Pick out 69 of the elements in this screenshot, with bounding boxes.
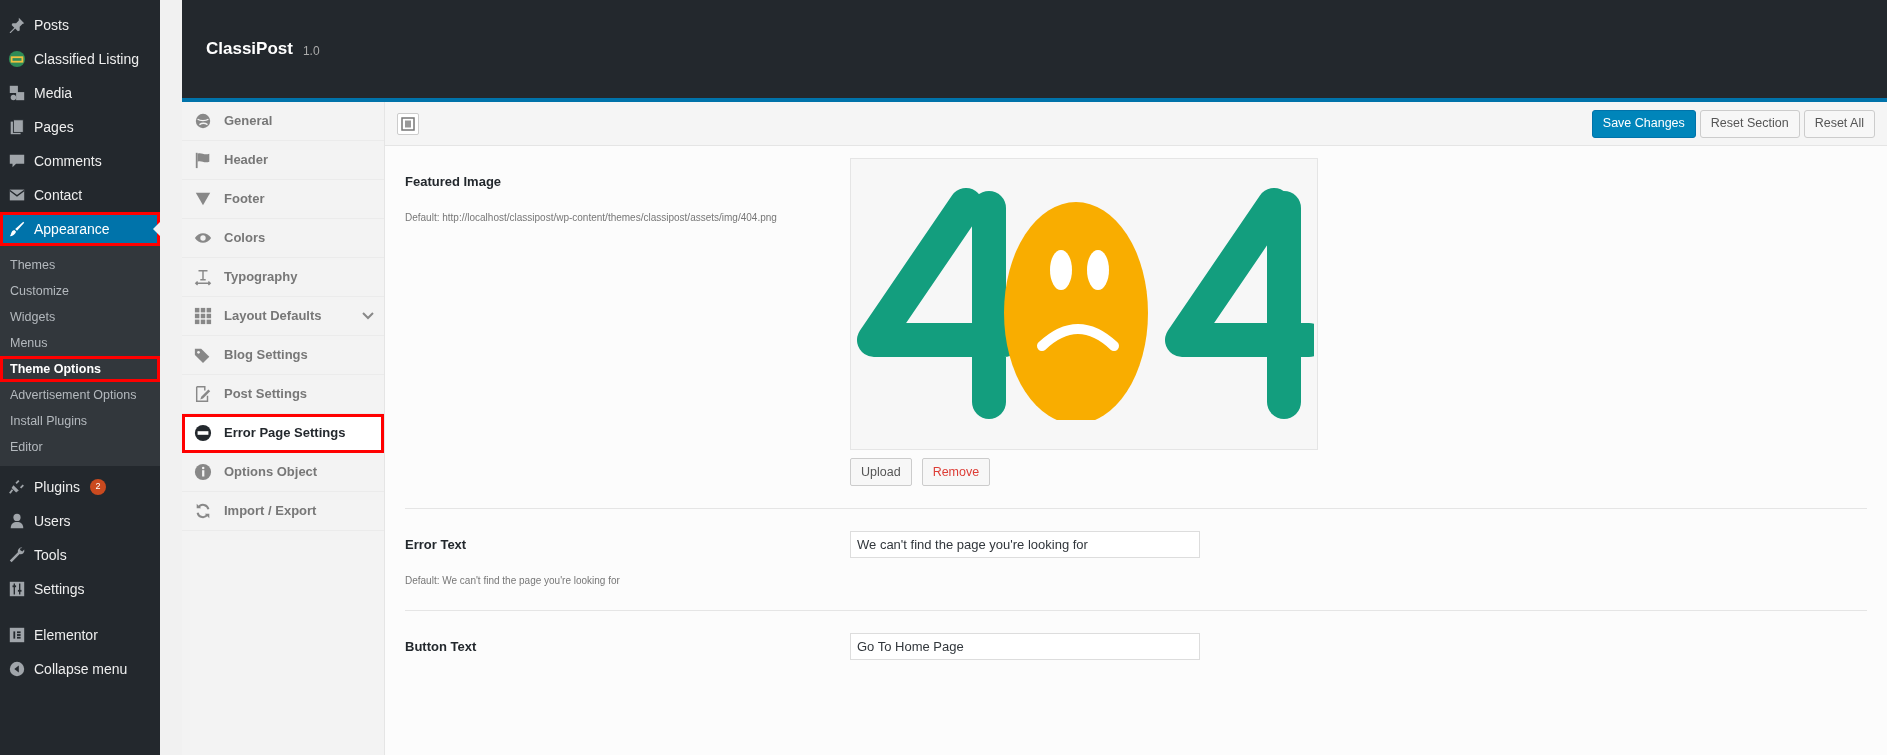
paintbrush-icon (8, 220, 26, 238)
no-entry-icon (194, 424, 212, 442)
admin-menu-item[interactable]: Media (0, 76, 160, 110)
pages-icon (8, 118, 26, 136)
admin-menu-item[interactable]: Plugins 2 (0, 470, 160, 504)
globe-icon (194, 112, 212, 130)
admin-menu-item[interactable]: Users (0, 504, 160, 538)
text-input-field[interactable]: We can't find the page you're looking for (850, 531, 1200, 558)
options-nav-item[interactable]: General (182, 102, 384, 141)
collapse-icon (8, 660, 26, 678)
field-label: Error Text (405, 536, 468, 554)
reset-button[interactable]: Reset All (1803, 109, 1875, 138)
options-nav-item[interactable]: Layout Defaults (182, 297, 384, 336)
edit-icon (194, 385, 212, 403)
submenu-item[interactable]: Editor (0, 434, 160, 460)
expand-toggle-icon[interactable] (397, 112, 419, 135)
update-count-badge: 2 (89, 479, 106, 495)
admin-menu-item[interactable]: Comments (0, 144, 160, 178)
wrench-icon (8, 546, 26, 564)
tags-icon (194, 346, 212, 364)
grid-icon (194, 307, 212, 325)
upload-button[interactable]: Upload (850, 458, 912, 486)
sliders-icon (8, 580, 26, 598)
field-description: Default: We can't find the page you're looking for (405, 573, 621, 588)
text-input-field[interactable]: Go To Home Page (850, 632, 1200, 660)
chevron-down-icon (362, 310, 374, 322)
admin-menu-item[interactable]: Settings (0, 572, 160, 606)
submenu-item[interactable]: Widgets (0, 304, 160, 330)
save-changes-button[interactable]: Save Changes (1591, 109, 1696, 138)
media-icon (8, 84, 26, 102)
elementor-icon (8, 626, 26, 644)
listing-icon (8, 50, 26, 68)
admin-menu-item[interactable]: Collapse menu (0, 652, 160, 686)
submenu-item[interactable]: Customize (0, 278, 160, 304)
options-nav-item[interactable]: Blog Settings (182, 336, 384, 375)
options-nav-item[interactable]: Typography (182, 258, 384, 297)
info-icon (194, 463, 212, 481)
admin-menu-item[interactable]: Contact (0, 178, 160, 212)
admin-menu-item[interactable]: Tools (0, 538, 160, 572)
options-nav-item[interactable]: Error Page Settings (182, 414, 384, 453)
pin-icon (8, 16, 26, 34)
submenu-item[interactable]: Themes (0, 252, 160, 278)
options-nav-item[interactable]: Import / Export (182, 492, 384, 531)
refresh-icon (194, 502, 212, 520)
options-nav-item[interactable]: Colors (182, 219, 384, 258)
admin-menu-item[interactable]: Posts (0, 8, 160, 42)
submenu-item[interactable]: Install Plugins (0, 408, 160, 434)
field-label: Featured Image (405, 173, 503, 191)
submenu-item[interactable]: Advertisement Options (0, 382, 160, 408)
admin-menu-item[interactable]: Pages (0, 110, 160, 144)
user-icon (8, 512, 26, 530)
admin-menu-item[interactable]: Elementor (0, 618, 160, 652)
typography-icon (194, 268, 212, 286)
theme-title: ClassiPost (206, 38, 293, 61)
theme-version: 1.0 (302, 43, 320, 60)
submenu-item[interactable]: Theme Options (0, 356, 160, 382)
field-label: Button Text (405, 637, 478, 656)
submenu-item[interactable]: Menus (0, 330, 160, 356)
remove-button[interactable]: Remove (921, 458, 991, 486)
current-arrow-icon (153, 222, 160, 236)
options-nav-item[interactable]: Options Object (182, 453, 384, 492)
flag-icon (194, 151, 212, 169)
admin-menu-item[interactable]: Classified Listing (0, 42, 160, 76)
field-description: Default: http://localhost/classipost/wp-content/themes/classipost/assets/img/404.png (405, 210, 778, 225)
reset-button[interactable]: Reset Section (1699, 109, 1800, 138)
admin-menu-item[interactable]: Appearance (0, 212, 160, 246)
options-nav-item[interactable]: Footer (182, 180, 384, 219)
plug-icon (8, 478, 26, 496)
options-nav-item[interactable]: Header (182, 141, 384, 180)
